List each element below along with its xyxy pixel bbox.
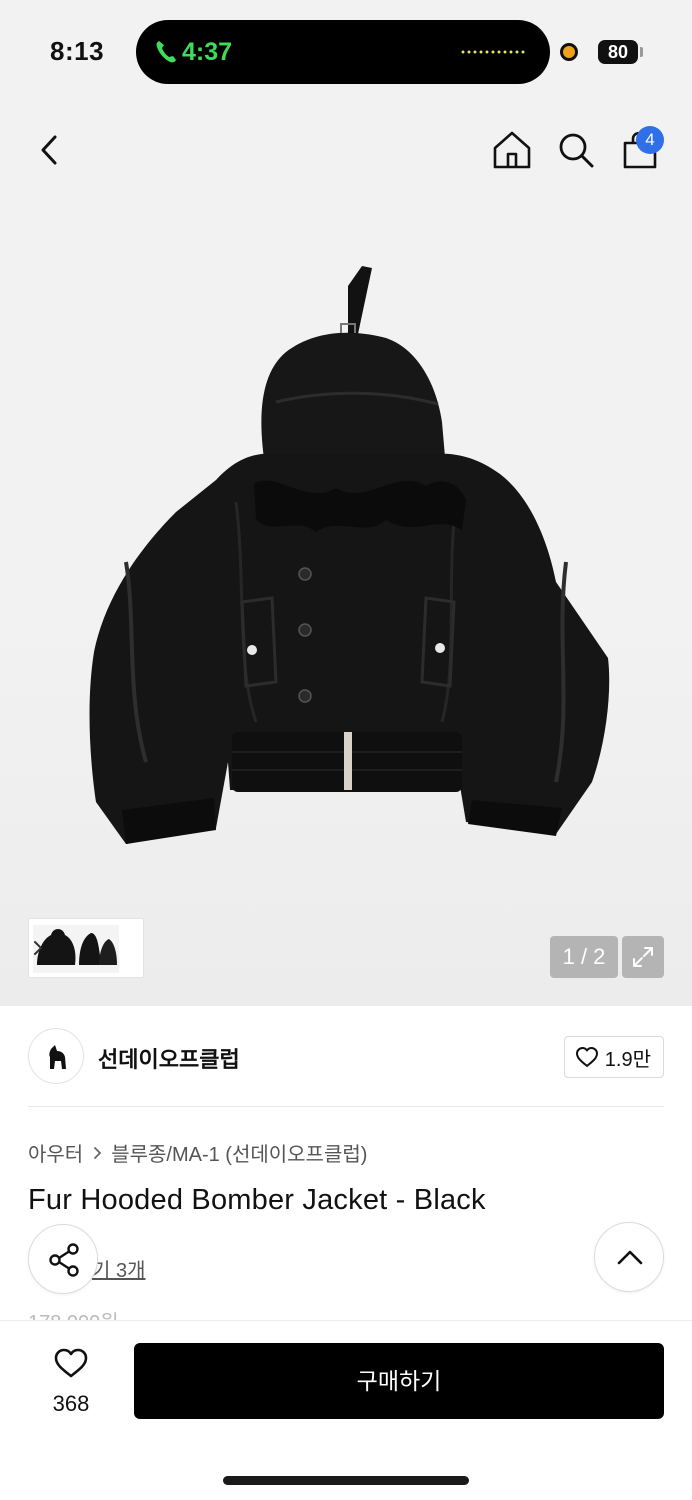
heart-icon [54,1348,88,1378]
price-partial: 178,000원 [28,1306,148,1320]
breadcrumb-category[interactable]: 아우터 [28,1138,83,1167]
review-count-link[interactable]: 기 3개 [92,1254,145,1283]
product-title: Fur Hooded Bomber Jacket - Black [28,1184,486,1216]
call-duration: 4:37 [182,38,233,66]
home-button[interactable] [488,126,536,174]
audio-wave-indicator [460,49,526,55]
battery-level: 80 [598,40,638,64]
recording-indicator [560,43,578,61]
buy-button[interactable]: 구매하기 [134,1343,664,1419]
expand-icon [633,947,653,967]
brand-logo[interactable] [28,1028,84,1084]
wishlist-button[interactable]: 368 [36,1347,106,1417]
image-page-indicator: 1 / 2 [550,936,618,978]
breadcrumb-subcategory[interactable]: 블루종/MA-1 (선데이오프클럽) [111,1138,367,1167]
thumbnail-images [33,925,119,973]
brand-like-count: 1.9만 [604,1048,651,1071]
back-button[interactable] [26,126,74,174]
breadcrumb: 아우터 블루종/MA-1 (선데이오프클럽) [28,1138,367,1167]
thumbnail-strip[interactable] [28,918,144,978]
chevron-right-icon [34,941,43,955]
dynamic-island-call[interactable]: 4:37 [136,20,550,84]
cart-count-badge: 4 [636,126,664,154]
section-divider [28,1106,664,1107]
product-photo[interactable] [86,262,610,852]
chevron-right-icon [94,1146,102,1159]
home-indicator[interactable] [223,1476,469,1485]
share-button[interactable] [28,1224,98,1294]
status-time: 8:13 [50,36,105,66]
brand-logo-icon [49,1045,66,1069]
brand-name[interactable]: 선데이오프클럽 [98,1042,240,1074]
share-icon [49,1243,79,1277]
scroll-to-top-button[interactable] [594,1222,664,1292]
purchase-bar: 368 구매하기 [0,1320,692,1500]
home-icon [493,131,531,169]
battery-tip [640,47,643,57]
phone-icon [156,41,176,63]
heart-icon [575,1047,598,1067]
wishlist-count: 368 [52,1391,90,1416]
search-button[interactable] [552,126,600,174]
chevron-up-icon [617,1250,643,1265]
product-image-gallery[interactable]: 8:13 4:37 80 4 1 / 2 [0,0,692,1006]
fullscreen-button[interactable] [622,936,664,978]
brand-row: 선데이오프클럽 1.9만 [28,1028,664,1084]
search-icon [559,133,594,168]
brand-like-button[interactable]: 1.9만 [563,1036,664,1078]
back-icon [41,135,57,165]
